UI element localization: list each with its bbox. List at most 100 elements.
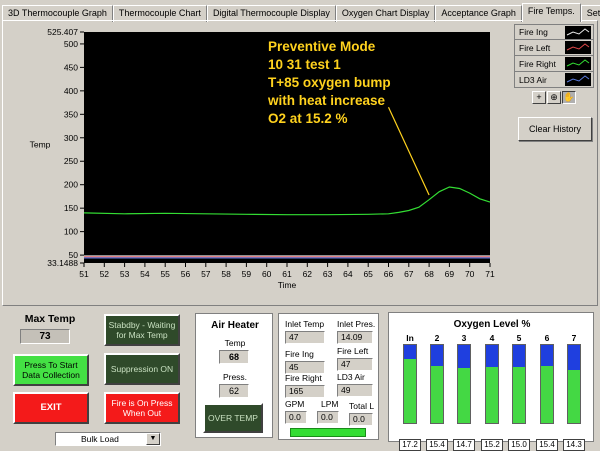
x-tick-label: 64 — [343, 269, 353, 279]
lpm-value: 0.0 — [317, 411, 339, 424]
total-value: 0.0 — [349, 413, 373, 426]
y-tick-label: 300 — [64, 133, 78, 143]
oxygen-tank-gauge — [403, 344, 417, 424]
oxygen-sensor-label: 6 — [544, 333, 550, 343]
fire-ing-label: Fire Ing — [285, 349, 314, 359]
x-axis-label: Time — [278, 280, 297, 290]
lpm-label: LPM — [321, 399, 339, 409]
legend-swatch — [565, 41, 591, 54]
oxygen-sensor-label: 7 — [571, 333, 577, 343]
x-tick-label: 53 — [120, 269, 130, 279]
graph-palette: + ⊕ ✋ — [532, 91, 576, 104]
fire-temps-chart[interactable]: 33.148850100150200250300350400450500525.… — [0, 22, 512, 300]
pan-hand-tool-icon[interactable]: ✋ — [562, 91, 576, 104]
y-axis-label: Temp — [30, 140, 51, 150]
fire-right-value: 165 — [285, 385, 325, 398]
plot-legend[interactable]: Fire Ing Fire Left Fire Right LD3 Air — [514, 24, 594, 88]
crosshair-tool-icon[interactable]: + — [532, 91, 546, 104]
y-tick-label: 250 — [64, 156, 78, 166]
x-tick-label: 71 — [485, 269, 495, 279]
chart-annotation-text: Preventive Mode 10 31 test 1 T+85 oxygen b… — [268, 38, 391, 128]
oxygen-level-fill — [486, 367, 498, 423]
oxygen-level-fill — [458, 368, 470, 423]
zoom-tool-icon[interactable]: ⊕ — [547, 91, 561, 104]
y-tick-label: 450 — [64, 62, 78, 72]
chart-annotation-line: with heat increase — [268, 93, 386, 108]
oxygen-level-value: 15.2 — [481, 439, 503, 451]
fire-is-on-button[interactable]: Fire is On Press When Out — [104, 392, 180, 424]
y-tick-label: 400 — [64, 86, 78, 96]
tab-bar: 3D Thermocouple Graph Thermocouple Chart D… — [2, 3, 600, 22]
legend-item[interactable]: LD3 Air — [514, 72, 594, 88]
x-tick-label: 60 — [262, 269, 272, 279]
oxygen-level-value: 15.4 — [426, 439, 448, 451]
total-label: Total L — [349, 401, 375, 411]
exit-button[interactable]: EXIT — [13, 392, 89, 424]
fire-left-label: Fire Left — [337, 346, 369, 356]
oxygen-level-value: 17.2 — [399, 439, 421, 451]
clear-history-button[interactable]: Clear History — [518, 117, 592, 141]
fire-right-label: Fire Right — [285, 373, 322, 383]
ld3-air-label: LD3 Air — [337, 372, 365, 382]
y-tick-label: 100 — [64, 227, 78, 237]
oxygen-level-fill — [404, 359, 416, 423]
legend-item[interactable]: Fire Left — [514, 40, 594, 56]
ld3-air-value: 49 — [337, 384, 373, 397]
oxygen-tank-gauge — [512, 344, 526, 424]
start-data-collection-button[interactable]: Press To Start Data Collection — [13, 354, 89, 386]
x-tick-label: 56 — [181, 269, 191, 279]
x-tick-label: 66 — [384, 269, 394, 279]
legend-item[interactable]: Fire Right — [514, 56, 594, 72]
suppression-indicator: Suppression ON — [104, 353, 180, 385]
oxygen-level-fill — [541, 366, 553, 423]
air-heater-press-value: 62 — [219, 384, 249, 398]
oxygen-level-value: 14.3 — [563, 439, 585, 451]
x-tick-label: 68 — [424, 269, 434, 279]
oxygen-level-title: Oxygen Level % — [453, 319, 531, 330]
y-tick-label: 200 — [64, 180, 78, 190]
x-tick-label: 67 — [404, 269, 414, 279]
oxygen-sensor-label: In — [406, 333, 414, 343]
y-tick-label: 150 — [64, 203, 78, 213]
legend-swatch — [565, 25, 591, 39]
gpm-label: GPM — [285, 399, 305, 409]
oxygen-sensor-label: 5 — [516, 333, 522, 343]
air-heater-press-label: Press. — [222, 372, 248, 382]
x-tick-label: 55 — [160, 269, 170, 279]
oxygen-tank-gauge — [540, 344, 554, 424]
chevron-down-icon[interactable]: ▼ — [146, 433, 160, 445]
mode-select-value: Bulk Load — [81, 434, 119, 444]
max-temp-label: Max Temp — [24, 313, 76, 325]
air-heater-title: Air Heater — [211, 320, 259, 331]
y-tick-label: 50 — [69, 250, 79, 260]
legend-swatch — [565, 73, 591, 86]
standby-indicator: Stabdby - Waiting for Max Temp — [104, 314, 180, 346]
air-heater-temp-label: Temp — [224, 338, 246, 348]
x-tick-label: 57 — [201, 269, 211, 279]
oxygen-level-value: 15.4 — [536, 439, 558, 451]
x-tick-label: 59 — [242, 269, 252, 279]
inlet-temp-value: 47 — [285, 331, 325, 344]
x-tick-label: 54 — [140, 269, 150, 279]
tab-fire-temps[interactable]: Fire Temps. — [521, 3, 581, 22]
inlet-pres-value: 14.09 — [337, 331, 373, 344]
fire-left-value: 47 — [337, 358, 373, 371]
x-tick-label: 63 — [323, 269, 333, 279]
air-heater-temp-value: 68 — [219, 350, 249, 364]
oxygen-level-value: 14.7 — [453, 439, 475, 451]
x-tick-label: 70 — [465, 269, 475, 279]
x-tick-label: 62 — [303, 269, 313, 279]
oxygen-sensor-label: 2 — [434, 333, 440, 343]
x-tick-label: 51 — [79, 269, 89, 279]
legend-item[interactable]: Fire Ing — [514, 24, 594, 40]
legend-label: Fire Right — [519, 58, 556, 69]
oxygen-tank-gauge — [430, 344, 444, 424]
mode-select[interactable]: Bulk Load ▼ — [55, 432, 161, 446]
inlet-readings-panel: Inlet Temp Inlet Pres. 47 14.09 Fire Ing… — [278, 313, 379, 440]
legend-label: LD3 Air — [519, 74, 547, 85]
legend-label: Fire Ing — [519, 27, 548, 37]
flow-level-bar — [290, 428, 366, 437]
x-tick-label: 61 — [282, 269, 292, 279]
oxygen-level-fill — [513, 367, 525, 423]
oxygen-sensor-label: 4 — [489, 333, 495, 343]
